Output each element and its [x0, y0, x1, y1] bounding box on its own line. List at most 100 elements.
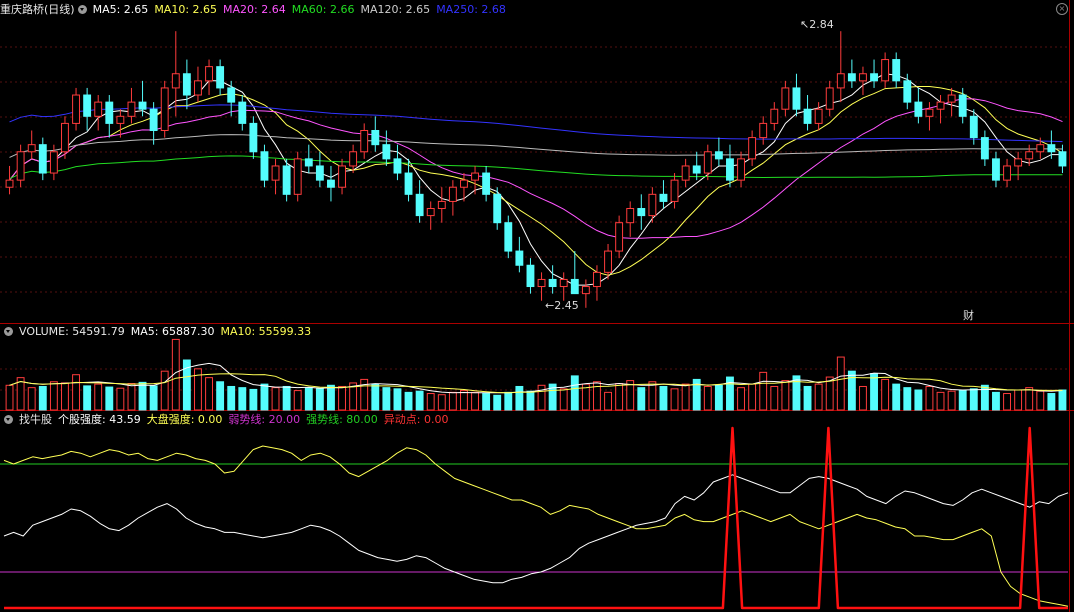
volume-bar [249, 388, 258, 411]
candle-body [38, 144, 47, 174]
volume-bar [836, 356, 845, 411]
candle-body [814, 108, 823, 124]
candle-body [138, 101, 147, 110]
volume-bar [814, 383, 823, 411]
volume-bar [770, 385, 779, 411]
volume-bar [415, 390, 424, 411]
volume-bar [260, 383, 269, 411]
candle-body [493, 193, 502, 224]
candle-body [836, 73, 845, 89]
volume-bar [670, 388, 679, 411]
volume-bar [382, 387, 391, 411]
candle-body [914, 101, 923, 117]
ma20-readout: MA20: 2.64 [223, 3, 286, 16]
volume-bar [781, 380, 790, 411]
candle-body [958, 94, 967, 117]
candle-body [27, 144, 36, 153]
candle-body [49, 151, 58, 174]
volume-bar [892, 383, 901, 411]
volume-bar [737, 387, 745, 411]
stock-chart[interactable] [0, 0, 1074, 612]
candle-body [847, 73, 856, 82]
volume-bar [138, 381, 147, 411]
volume-bar [27, 387, 36, 411]
candle-body [980, 137, 989, 160]
volume-bar [615, 383, 624, 411]
candle-body [947, 94, 956, 103]
candle-body [304, 158, 313, 167]
candle-body [1058, 151, 1067, 167]
candle-body [748, 137, 757, 160]
candle-body [360, 129, 369, 153]
volume-bar [426, 393, 435, 411]
candle-body [227, 87, 236, 103]
volume-bar [327, 384, 335, 411]
candle-body [471, 172, 479, 181]
candle-body [859, 73, 867, 82]
candle-body [338, 165, 346, 188]
high-price-value: 2.84 [809, 18, 834, 31]
volume-bar [792, 375, 801, 411]
volume-bar [570, 375, 579, 411]
candle-body [659, 193, 668, 202]
volume-bar [448, 391, 457, 411]
candle-body [703, 151, 712, 174]
candle-body [781, 87, 790, 110]
volume-bar [471, 391, 479, 411]
candle-body [581, 286, 590, 295]
chevron-down-icon[interactable] [77, 4, 87, 14]
candle-body [282, 165, 291, 195]
volume-bar [5, 384, 14, 411]
volume-bar [116, 387, 125, 411]
candle-body [393, 158, 402, 174]
volume-bar [825, 376, 834, 411]
volume-bar [903, 387, 912, 411]
candle-body [593, 271, 601, 288]
volume-bar [404, 391, 413, 411]
volume-bar [703, 385, 712, 411]
volume-bar [947, 390, 956, 411]
chevron-down-icon[interactable] [4, 326, 13, 336]
volume-panel-header: VOLUME: 54591.79 MA5: 65887.30 MA10: 55599… [0, 324, 317, 340]
candle-body [825, 87, 834, 110]
candle-body [969, 115, 978, 139]
volume-bar [870, 373, 878, 411]
weak-line-readout: 弱势线: 20.00 [228, 413, 301, 426]
finance-marker[interactable]: 财 [963, 307, 974, 323]
candle-body [72, 94, 80, 124]
volume-bar [94, 383, 103, 411]
volume-bar [282, 385, 291, 411]
volume-bar [925, 385, 934, 411]
candle-body [992, 158, 1000, 181]
ma5-readout: MA5: 2.65 [92, 3, 149, 16]
candle-body [238, 101, 247, 124]
volume-bar [460, 390, 468, 411]
volume-bar [992, 391, 1000, 411]
candle-body [349, 151, 358, 167]
candle-body [537, 278, 546, 288]
candle-body [249, 122, 258, 153]
ma10-readout: MA10: 2.65 [154, 3, 218, 16]
volume-bar [958, 389, 967, 411]
volume-bar [149, 385, 158, 411]
candle-body [692, 165, 701, 174]
candle-body [371, 129, 380, 146]
individual-strength-line [3, 474, 1069, 584]
volume-bar [238, 387, 247, 411]
stock-title: 重庆路桥(日线) [0, 3, 75, 16]
candle-body [1003, 165, 1011, 181]
candle-body [1014, 158, 1023, 167]
volume-bar [38, 385, 47, 411]
candle-body [936, 101, 945, 110]
close-icon[interactable]: × [1056, 3, 1068, 15]
volume-bar [969, 388, 978, 411]
volume-bar [49, 381, 58, 411]
chevron-down-icon[interactable] [4, 414, 13, 424]
volume-bar [338, 385, 346, 411]
candle-body [1025, 151, 1034, 160]
candle-body [105, 101, 114, 124]
candle-body [315, 165, 324, 181]
indicator-name: 找牛股 [19, 413, 52, 426]
candle-body [482, 172, 491, 195]
ma250-readout: MA250: 2.68 [436, 3, 506, 16]
